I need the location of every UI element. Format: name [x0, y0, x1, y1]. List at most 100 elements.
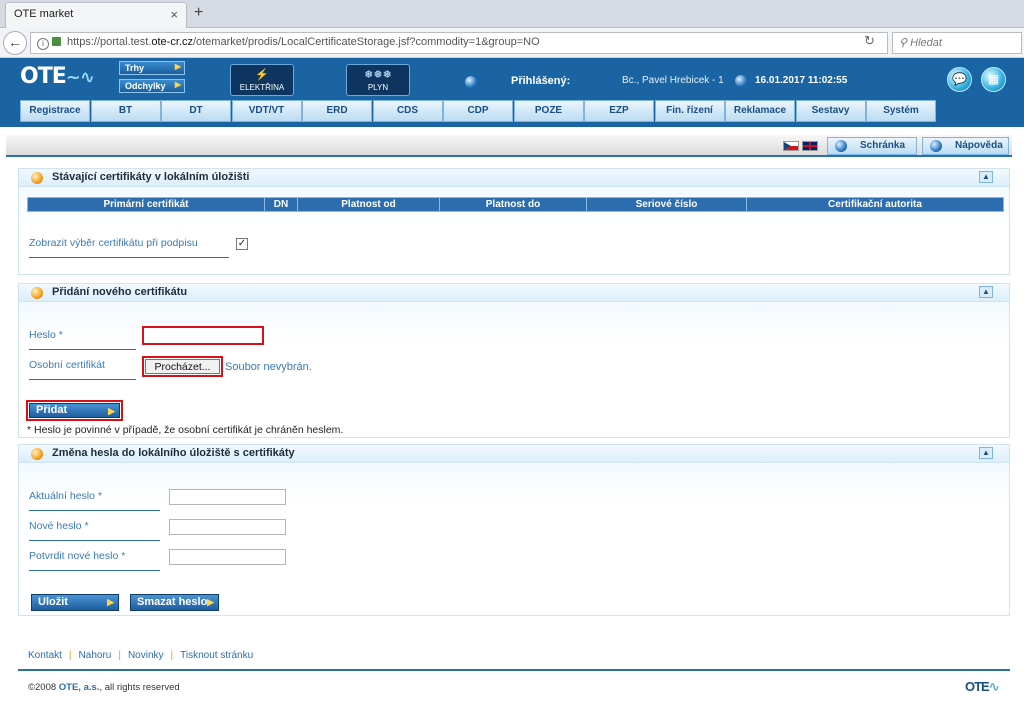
- arrow-right-icon: ▶: [207, 597, 214, 607]
- browser-search-field[interactable]: ⚲ Hledat: [892, 32, 1022, 54]
- logo-text: OTE: [20, 64, 67, 89]
- help-label: Nápověda: [955, 140, 1003, 151]
- browser-tab[interactable]: OTE market ×: [5, 2, 187, 28]
- personal-certificate-label: Osobní certifikát: [29, 359, 136, 380]
- add-button[interactable]: Přidat ▶: [29, 403, 120, 418]
- column-header[interactable]: Platnost do: [439, 197, 587, 212]
- collapse-icon[interactable]: ▲: [979, 447, 993, 459]
- new-tab-button[interactable]: +: [194, 4, 203, 22]
- menu-item[interactable]: CDP: [443, 100, 513, 122]
- add-button-label: Přidat: [36, 404, 68, 416]
- add-button-highlight: Přidat ▶: [26, 400, 123, 421]
- panel-title: Změna hesla do lokálního úložiště s cert…: [52, 447, 295, 459]
- separator: |: [170, 650, 174, 661]
- logged-in-label: Přihlášený:: [511, 75, 571, 87]
- bullet-icon: [31, 287, 43, 299]
- menu-item[interactable]: BT: [90, 100, 161, 122]
- flag-uk-icon[interactable]: [802, 141, 818, 151]
- help-button[interactable]: Nápověda: [922, 137, 1009, 155]
- commodity-gas[interactable]: ❅❅❅ PLYN: [346, 64, 410, 96]
- menu-item[interactable]: DT: [161, 100, 231, 122]
- footer-links: Kontakt | Nahoru | Novinky | Tisknout stránku: [28, 650, 253, 661]
- bullet-icon: [31, 448, 43, 460]
- commodity-gas-label: PLYN: [367, 83, 389, 92]
- browse-button-highlight: Procházet...: [142, 356, 223, 377]
- collapse-icon[interactable]: ▲: [979, 171, 993, 183]
- clock-dot-icon: [735, 75, 747, 87]
- browse-button[interactable]: Procházet...: [145, 359, 220, 374]
- inbox-button[interactable]: Schránka: [827, 137, 917, 155]
- menu-item[interactable]: EZP: [584, 100, 654, 122]
- menu-item[interactable]: CDS: [372, 100, 443, 122]
- menu-item[interactable]: Registrace: [20, 100, 90, 122]
- copyright: ©2008 OTE, a.s., all rights reserved: [28, 682, 180, 693]
- footer-link-contact[interactable]: Kontakt: [28, 650, 62, 661]
- url-prefix: https://portal.test.: [67, 36, 152, 48]
- flag-cz-icon[interactable]: [783, 141, 799, 151]
- column-header[interactable]: Primární certifikát: [27, 197, 265, 212]
- tab-close-icon[interactable]: ×: [170, 7, 178, 22]
- column-header[interactable]: Seriové číslo: [586, 197, 747, 212]
- status-dot-icon: [465, 76, 477, 88]
- menu-item[interactable]: Reklamace: [725, 100, 795, 122]
- rights-text: , all rights reserved: [99, 682, 180, 693]
- no-file-text: Soubor nevybrán.: [225, 361, 312, 373]
- url-field[interactable]: i https://portal.test.ote-cr.cz/otemarket…: [30, 32, 888, 54]
- info-icon[interactable]: i: [37, 38, 49, 50]
- lock-icon: [52, 37, 61, 46]
- save-button-label: Uložit: [38, 596, 68, 608]
- commodity-electricity-label: ELEKTŘINA: [239, 83, 285, 92]
- current-password-input[interactable]: [169, 489, 286, 505]
- copyright-prefix: ©2008: [28, 682, 59, 693]
- footer-logo-text: OTE: [965, 679, 990, 694]
- menu-item[interactable]: ERD: [302, 100, 372, 122]
- footer-link-print[interactable]: Tisknout stránku: [180, 650, 253, 661]
- add-certificate-panel: Přidání nového certifikátu ▲ Heslo * Oso…: [18, 283, 1010, 438]
- search-icon: ⚲: [899, 37, 908, 49]
- ote-logo[interactable]: OTE~∿: [20, 64, 95, 89]
- inbox-icon: [835, 140, 847, 152]
- menu-item[interactable]: Systém: [866, 100, 936, 122]
- arrow-right-icon: ▶: [108, 406, 115, 416]
- show-selection-label: Zobrazit výběr certifikátu při podpisu: [29, 237, 229, 258]
- menu-item[interactable]: Fin. řízení: [654, 100, 725, 122]
- footer-divider: [18, 669, 1010, 671]
- password-input[interactable]: [142, 326, 264, 345]
- app-header: OTE~∿ Trhy ▶ Odchylky ▶ ⚡ ELEKTŘINA ❅❅❅ PL…: [0, 58, 1024, 127]
- delete-password-button[interactable]: Smazat heslo ▶: [130, 594, 219, 611]
- deviations-label: Odchylky: [125, 81, 166, 91]
- panel-header: Změna hesla do lokálního úložiště s cert…: [19, 445, 1009, 463]
- menu-item[interactable]: VDT/VT: [231, 100, 302, 122]
- browser-address-bar: ← i https://portal.test.ote-cr.cz/otemark…: [0, 28, 1024, 58]
- help-icon: [930, 140, 942, 152]
- new-password-input[interactable]: [169, 519, 286, 535]
- confirm-password-input[interactable]: [169, 549, 286, 565]
- certificates-table: Primární certifikát DN Platnost od Platn…: [27, 197, 1004, 212]
- deviations-button[interactable]: Odchylky ▶: [119, 79, 185, 93]
- footer-link-top[interactable]: Nahoru: [79, 650, 112, 661]
- menu-item[interactable]: Sestavy: [795, 100, 866, 122]
- commodity-electricity[interactable]: ⚡ ELEKTŘINA: [230, 64, 294, 96]
- flame-icon: ❅❅❅: [364, 69, 392, 81]
- save-button[interactable]: Uložit ▶: [31, 594, 119, 611]
- markets-label: Trhy: [125, 63, 145, 73]
- table-header-row: Primární certifikát DN Platnost od Platn…: [27, 197, 1004, 212]
- markets-button[interactable]: Trhy ▶: [119, 61, 185, 75]
- apps-icon[interactable]: ▦: [981, 67, 1006, 92]
- column-header[interactable]: Certifikační autorita: [746, 197, 1004, 212]
- chat-icon[interactable]: 💬: [947, 67, 972, 92]
- back-arrow-icon[interactable]: ←: [3, 31, 27, 55]
- user-name: Bc., Pavel Hrebicek - 1: [622, 75, 724, 86]
- url-host: ote-cr.cz: [151, 36, 193, 48]
- reload-icon[interactable]: ↻: [864, 33, 875, 49]
- show-selection-checkbox[interactable]: ✓: [236, 238, 248, 250]
- collapse-icon[interactable]: ▲: [979, 286, 993, 298]
- column-header[interactable]: DN: [264, 197, 298, 212]
- panel-title: Stávající certifikáty v lokálním úložišt…: [52, 171, 250, 183]
- footer-link-news[interactable]: Novinky: [128, 650, 164, 661]
- menu-item[interactable]: POZE: [513, 100, 584, 122]
- panel-header: Přidání nového certifikátu ▲: [19, 284, 1009, 302]
- company-name[interactable]: OTE, a.s.: [59, 682, 100, 693]
- column-header[interactable]: Platnost od: [297, 197, 440, 212]
- arrow-right-icon: ▶: [174, 80, 181, 89]
